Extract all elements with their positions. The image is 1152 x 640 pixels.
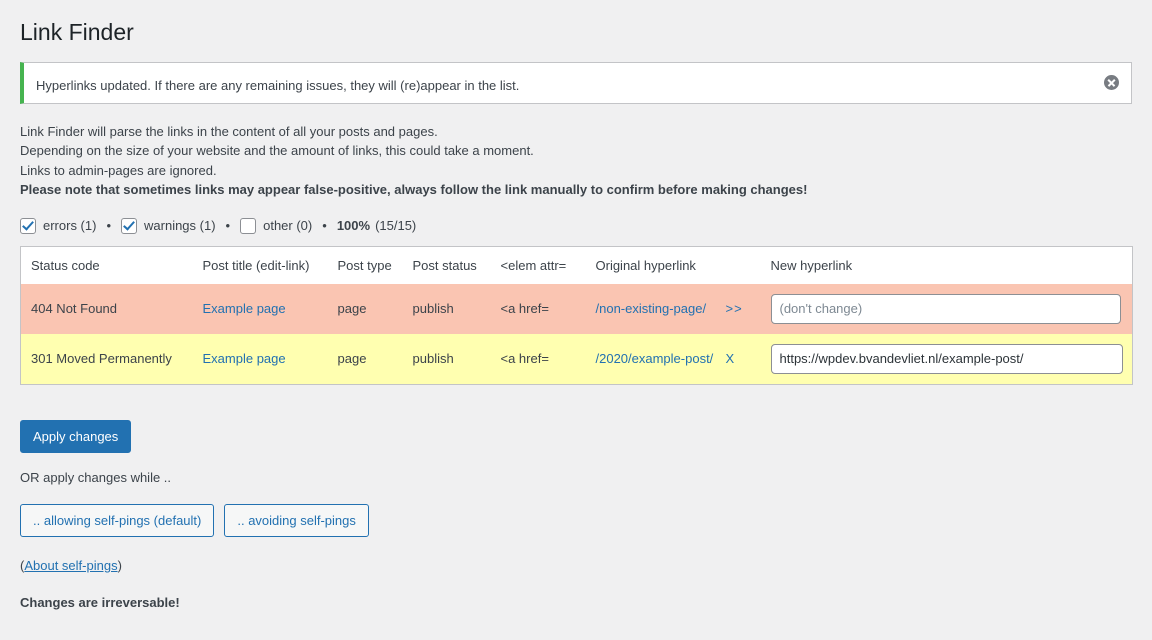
filter-label-errors: errors (1): [43, 218, 97, 234]
cell-post-status: publish: [402, 333, 491, 385]
progress-count: (15/15): [375, 218, 417, 234]
header-new-hyperlink: New hyperlink: [760, 246, 1133, 284]
cell-original-hyperlink: /non-existing-page/: [585, 283, 716, 334]
cell-new-hyperlink: [760, 333, 1133, 385]
checkbox-warnings[interactable]: [121, 217, 138, 234]
header-post-title: Post title (edit-link): [192, 246, 328, 284]
irreversible-warning: Changes are irreversable!: [20, 594, 180, 610]
cell-elem-attr: <a href=: [490, 283, 586, 334]
close-circle-icon: [1103, 75, 1119, 91]
cell-post-type: page: [327, 283, 403, 334]
checkbox-errors[interactable]: [20, 217, 36, 234]
post-title-edit-link[interactable]: Example page: [203, 301, 286, 316]
table-header-row: Status code Post title (edit-link) Post …: [20, 246, 1133, 284]
avoid-self-pings-button[interactable]: .. avoiding self-pings: [224, 503, 369, 537]
cell-new-hyperlink: [760, 283, 1133, 334]
post-title-edit-link[interactable]: Example page: [203, 351, 286, 366]
cell-post-title: Example page: [192, 283, 328, 334]
new-hyperlink-input[interactable]: [770, 343, 1123, 374]
notice-message: Hyperlinks updated. If there are any rem…: [36, 77, 520, 93]
filter-separator-3: •: [322, 218, 327, 234]
new-hyperlink-input[interactable]: [770, 293, 1121, 324]
intro-text: Link Finder will parse the links in the …: [20, 122, 1132, 200]
allow-self-pings-button[interactable]: .. allowing self-pings (default): [20, 503, 215, 537]
cell-post-status: publish: [402, 283, 491, 334]
filter-separator-1: •: [106, 218, 112, 234]
intro-warning: Please note that sometimes links may app…: [20, 182, 808, 198]
header-elem-attr: <elem attr=: [490, 246, 586, 284]
follow-redirect-icon[interactable]: >>: [726, 301, 743, 316]
header-status-code: Status code: [20, 246, 193, 284]
success-notice: Hyperlinks updated. If there are any rem…: [20, 61, 1132, 104]
progress-percent: 100%: [336, 218, 371, 234]
remove-link-icon[interactable]: X: [726, 351, 736, 366]
cell-original-hyperlink: /2020/example-post/: [585, 333, 716, 385]
apply-changes-button[interactable]: Apply changes: [20, 419, 132, 453]
filter-label-warnings: warnings (1): [144, 218, 216, 234]
intro-line-2: Depending on the size of your website an…: [20, 143, 534, 159]
original-hyperlink-link[interactable]: /2020/example-post/: [596, 351, 714, 366]
links-table-head: Status code Post title (edit-link) Post …: [20, 246, 1133, 284]
table-row: 404 Not Found Example page page publish …: [20, 283, 1133, 334]
about-self-pings-link[interactable]: About self-pings: [24, 558, 117, 573]
admin-page-wrap: Link Finder Hyperlinks updated. If there…: [0, 0, 1152, 610]
header-post-status: Post status: [402, 246, 491, 284]
cell-post-type: page: [327, 333, 403, 385]
header-post-type: Post type: [327, 246, 403, 284]
header-original-hyperlink: Original hyperlink: [585, 246, 716, 284]
checkbox-other[interactable]: [240, 217, 257, 234]
cell-status-code: 301 Moved Permanently: [20, 333, 193, 385]
filter-bar: errors (1) • warnings (1) • other (0) • …: [20, 217, 1132, 234]
cell-post-title: Example page: [192, 333, 328, 385]
intro-line-3: Links to admin-pages are ignored.: [20, 162, 217, 178]
cell-status-code: 404 Not Found: [20, 283, 193, 334]
links-table: Status code Post title (edit-link) Post …: [20, 245, 1133, 385]
notice-dismiss-button[interactable]: [1092, 63, 1130, 103]
filter-label-other: other (0): [263, 218, 313, 234]
header-arrow-spacer: [715, 246, 761, 284]
page-title: Link Finder: [20, 19, 134, 45]
self-ping-button-row: .. allowing self-pings (default) .. avoi…: [20, 503, 1132, 537]
about-self-pings-line: (About self-pings): [20, 558, 1132, 573]
cell-elem-attr: <a href=: [490, 333, 586, 385]
intro-line-1: Link Finder will parse the links in the …: [20, 123, 438, 139]
or-apply-text: OR apply changes while ..: [20, 469, 172, 485]
filter-separator-2: •: [225, 218, 231, 234]
cell-arrow: X: [715, 333, 761, 385]
cell-arrow: >>: [715, 283, 761, 334]
original-hyperlink-link[interactable]: /non-existing-page/: [596, 301, 707, 316]
links-table-body: 404 Not Found Example page page publish …: [20, 283, 1133, 385]
table-row: 301 Moved Permanently Example page page …: [20, 333, 1133, 385]
paren-close: ): [117, 557, 122, 573]
